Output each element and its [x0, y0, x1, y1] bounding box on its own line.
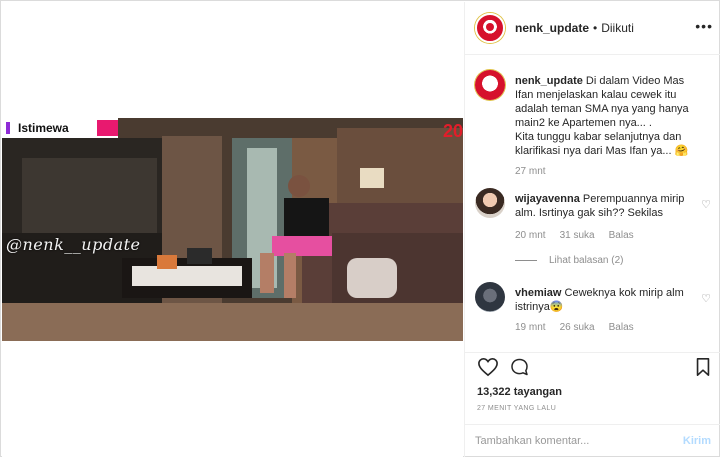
post-sidebar: nenk_update • Diikuti ••• nenk_update Di… — [464, 2, 720, 457]
comment-bubble-icon[interactable] — [509, 357, 530, 377]
tag-accent — [97, 120, 118, 136]
comment-composer: Kirim — [465, 424, 720, 457]
caption-body-2: Kita tunggu kabar selanjutnya dan klarif… — [515, 131, 689, 157]
comment-reply[interactable]: Balas — [609, 230, 634, 241]
video-player[interactable]: Istimewa 20 @nenk__update — [2, 118, 463, 341]
comment-text: vhemiaw Ceweknya kok mirip alm istrinya😨 — [515, 286, 685, 314]
comment-text: wijayavenna Perempuannya mirip alm. Isrt… — [515, 192, 685, 220]
post-comment-button[interactable]: Kirim — [683, 435, 711, 447]
caption-username[interactable]: nenk_update — [515, 75, 583, 87]
view-replies[interactable]: Lihat balasan (2) — [515, 255, 624, 266]
comment-reply[interactable]: Balas — [609, 322, 634, 333]
replies-line — [515, 260, 537, 261]
comment-like-icon[interactable]: ♡ — [701, 292, 711, 305]
more-horizontal-icon[interactable]: ••• — [695, 18, 713, 34]
header-username[interactable]: nenk_update — [515, 21, 589, 35]
comment-avatar[interactable] — [475, 282, 505, 312]
post-dialog: Istimewa 20 @nenk__update nenk_update • … — [0, 0, 720, 457]
watermark: @nenk__update — [6, 235, 141, 254]
comment-time[interactable]: 19 mnt — [515, 322, 546, 333]
comment-likes[interactable]: 31 suka — [560, 230, 595, 241]
comment-meta: 19 mnt 26 suka Balas — [515, 322, 634, 333]
comment-username[interactable]: wijayavenna — [515, 193, 580, 205]
comment-likes[interactable]: 26 suka — [560, 322, 595, 333]
caption-meta: 27 mnt — [515, 166, 546, 177]
source-tag: Istimewa — [2, 118, 118, 138]
channel-logo: 20 — [442, 121, 463, 141]
comment-time[interactable]: 20 mnt — [515, 230, 546, 241]
comment-meta: 20 mnt 31 suka Balas — [515, 230, 634, 241]
caption-text: nenk_update Di dalam Video Mas Ifan menj… — [515, 74, 705, 158]
tag-bar — [6, 122, 10, 134]
view-count[interactable]: 13,322 tayangan — [477, 386, 562, 398]
tag-label: Istimewa — [18, 121, 69, 135]
comment-username[interactable]: vhemiaw — [515, 287, 561, 299]
comment-input[interactable] — [475, 435, 683, 447]
caption-time[interactable]: 27 mnt — [515, 166, 546, 177]
comment-avatar[interactable] — [475, 188, 505, 218]
media-panel: Istimewa 20 @nenk__update — [2, 2, 463, 457]
comment-like-icon[interactable]: ♡ — [701, 198, 711, 211]
video-frame — [2, 118, 463, 341]
header-separator: • — [593, 21, 598, 35]
heart-outline-icon[interactable] — [477, 357, 499, 377]
follow-status[interactable]: Diikuti — [601, 21, 634, 35]
avatar[interactable] — [475, 13, 505, 43]
avatar-logo — [486, 23, 494, 31]
caption-avatar[interactable] — [475, 70, 505, 100]
action-bar: 13,322 tayangan 27 MENIT YANG LALU — [465, 352, 720, 424]
view-replies-label: Lihat balasan (2) — [549, 255, 624, 266]
bookmark-icon[interactable] — [695, 357, 711, 377]
comments-list: nenk_update Di dalam Video Mas Ifan menj… — [465, 56, 720, 352]
post-time[interactable]: 27 MENIT YANG LALU — [477, 405, 556, 412]
post-header: nenk_update • Diikuti ••• — [465, 2, 720, 55]
